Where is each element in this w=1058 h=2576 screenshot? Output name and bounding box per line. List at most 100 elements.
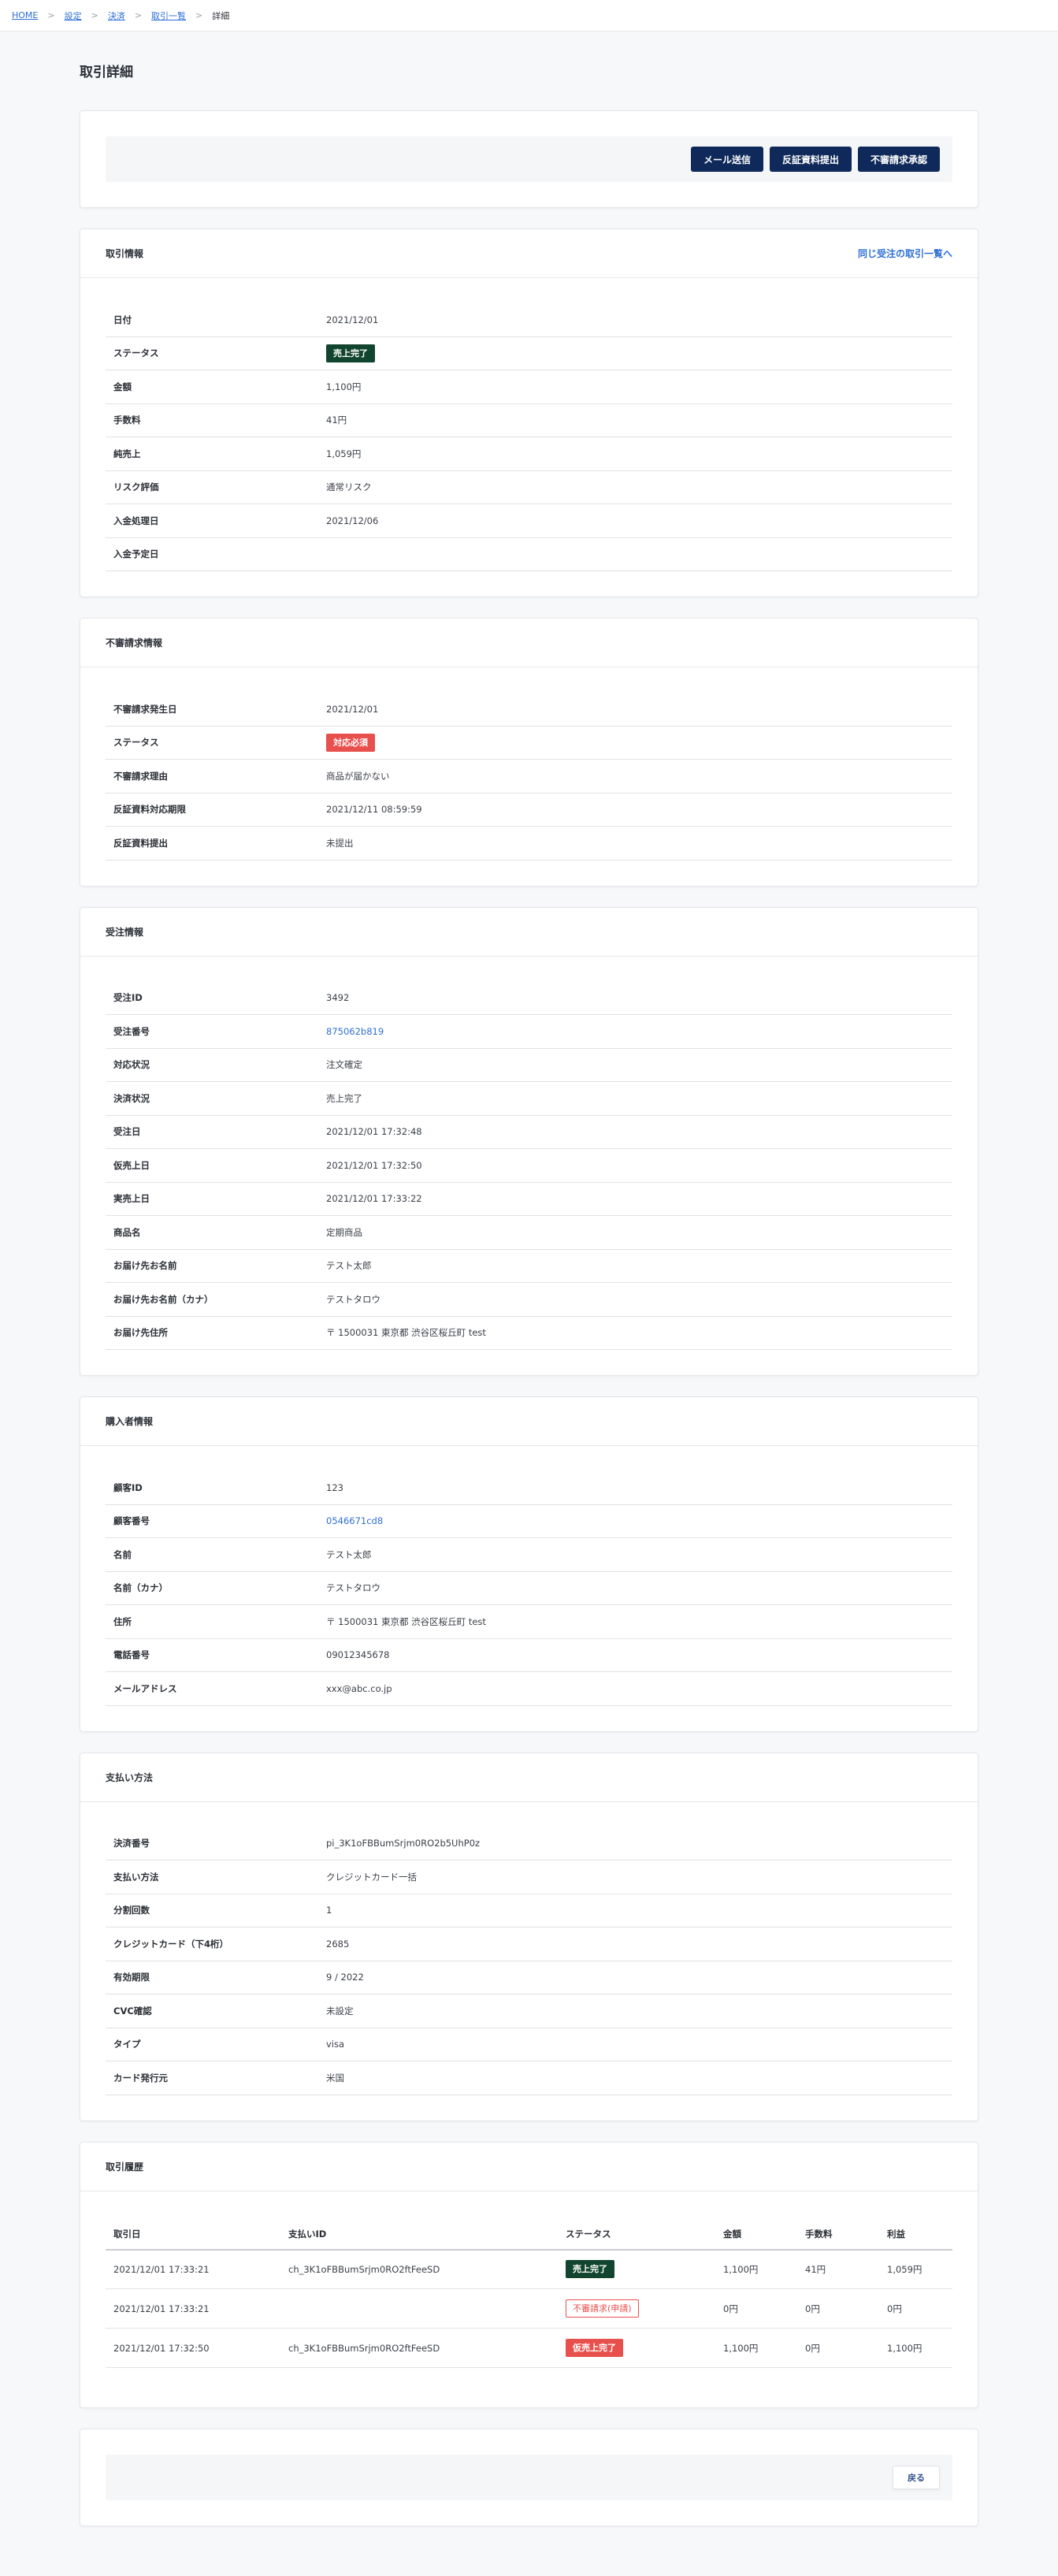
row-label: 電話番号	[113, 1649, 150, 1661]
detail-row: 日付 2021/12/01	[106, 303, 952, 337]
row-value: 2021/12/11 08:59:59	[326, 804, 422, 816]
row-label: 支払い方法	[113, 1871, 159, 1883]
row-label: タイプ	[113, 2039, 141, 2050]
breadcrumb-separator: >	[91, 10, 98, 20]
breadcrumb-transactions[interactable]: 取引一覧	[151, 9, 186, 22]
breadcrumb-payment[interactable]: 決済	[108, 9, 125, 22]
detail-row: 名前（カナ） テストタロウ	[106, 1572, 952, 1605]
card-header: 購入者情報	[80, 1397, 978, 1446]
row-label: 顧客ID	[113, 1481, 143, 1493]
detail-row: 受注ID 3492	[106, 982, 952, 1015]
row-label: CVC確認	[113, 2005, 152, 2017]
detail-row: お届け先お名前（カナ） テストタロウ	[106, 1283, 952, 1317]
detail-row: ステータス 対応必須	[106, 727, 952, 760]
cell-profit: 0円	[879, 2288, 952, 2329]
row-value: 3492	[326, 992, 350, 1004]
detail-row: 分割回数 1	[106, 1894, 952, 1927]
row-value: 2021/12/01	[326, 314, 379, 325]
footer-card: 戻る	[80, 2429, 978, 2526]
breadcrumb-settings[interactable]: 設定	[65, 9, 82, 22]
row-label: 住所	[113, 1615, 132, 1627]
breadcrumb-home[interactable]: HOME	[12, 10, 38, 20]
row-label: 反証資料提出	[113, 837, 168, 849]
card-header: 支払い方法	[80, 1753, 978, 1802]
row-value: 41円	[326, 414, 347, 426]
row-value: 2021/12/01	[326, 703, 379, 715]
order-number-link[interactable]: 875062b819	[326, 1026, 384, 1037]
detail-row: 電話番号 09012345678	[106, 1639, 952, 1672]
row-label: 受注番号	[113, 1025, 150, 1037]
submit-evidence-button[interactable]: 反証資料提出	[769, 147, 852, 172]
buyer-info-card: 購入者情報 顧客ID 123 顧客番号 0546671cd8 名前 テスト太郎 …	[80, 1396, 978, 1732]
breadcrumb-separator: >	[195, 10, 203, 20]
row-value: 売上完了	[326, 1092, 362, 1104]
detail-row: カード発行元 米国	[106, 2061, 952, 2095]
action-bar: メール送信 反証資料提出 不審請求承認	[106, 136, 952, 182]
detail-row: 名前 テスト太郎	[106, 1538, 952, 1572]
cell-date: 2021/12/01 17:32:50	[106, 2328, 280, 2368]
card-title: 購入者情報	[106, 1416, 154, 1427]
row-value: テスト太郎	[326, 1548, 372, 1560]
row-label: 入金予定日	[113, 548, 159, 560]
card-header: 取引履歴	[80, 2143, 978, 2191]
row-label: お届け先お名前（カナ）	[113, 1293, 213, 1305]
row-value: テスト太郎	[326, 1260, 372, 1272]
row-value: 1,100円	[326, 381, 362, 392]
row-label: お届け先お名前	[113, 1260, 177, 1272]
row-label: お届け先住所	[113, 1327, 168, 1339]
detail-row: 商品名 定期商品	[106, 1216, 952, 1250]
send-mail-button[interactable]: メール送信	[690, 147, 763, 172]
row-value: 未設定	[326, 2005, 354, 2017]
detail-row: 反証資料提出 未提出	[106, 827, 952, 861]
column-header: 取引日	[106, 2219, 280, 2251]
dispute-info-card: 不審請求情報 不審請求発生日 2021/12/01 ステータス 対応必須 不審請…	[80, 618, 978, 887]
row-label: ステータス	[113, 737, 159, 749]
row-value: visa	[326, 2039, 345, 2050]
accept-dispute-button[interactable]: 不審請求承認	[857, 147, 940, 172]
transaction-info-list: 日付 2021/12/01 ステータス 売上完了 金額 1,100円 手数料 4…	[80, 278, 978, 597]
detail-row: 不審請求発生日 2021/12/01	[106, 693, 952, 727]
row-value: 09012345678	[326, 1649, 390, 1661]
cell-date: 2021/12/01 17:33:21	[106, 2288, 280, 2329]
footer-action-bar: 戻る	[106, 2455, 952, 2500]
table-row: 2021/12/01 17:33:21 不審請求(申請) 0円 0円 0円	[106, 2288, 952, 2329]
table-header-row: 取引日 支払いID ステータス 金額 手数料 利益	[106, 2219, 952, 2251]
detail-row: 住所 〒 1500031 東京都 渋谷区桜丘町 test	[106, 1605, 952, 1639]
row-value: 〒 1500031 東京都 渋谷区桜丘町 test	[326, 1327, 486, 1339]
row-value: 2685	[326, 1938, 350, 1950]
row-label: メールアドレス	[113, 1682, 177, 1694]
status-badge: 仮売上完了	[566, 2338, 623, 2358]
detail-row: 手数料 41円	[106, 404, 952, 437]
order-info-list: 受注ID 3492 受注番号 875062b819 対応状況 注文確定 決済状況…	[80, 957, 978, 1376]
card-title: 取引情報	[106, 248, 144, 259]
row-label: 決済番号	[113, 1838, 150, 1849]
detail-row: 顧客ID 123	[106, 1471, 952, 1505]
detail-row: 受注番号 875062b819	[106, 1015, 952, 1049]
detail-row: 有効期限 9 / 2022	[106, 1961, 952, 1994]
row-value: xxx@abc.co.jp	[326, 1682, 392, 1694]
row-label: 有効期限	[113, 1972, 150, 1983]
detail-row: ステータス 売上完了	[106, 337, 952, 370]
cell-date: 2021/12/01 17:33:21	[106, 2249, 280, 2289]
cell-status: 売上完了	[558, 2249, 715, 2289]
row-label: 純売上	[113, 448, 141, 459]
card-title: 不審請求情報	[106, 637, 163, 649]
cell-amount: 1,100円	[715, 2249, 797, 2289]
customer-number-link[interactable]: 0546671cd8	[326, 1515, 383, 1526]
back-button[interactable]: 戻る	[893, 2466, 940, 2489]
status-badge: 売上完了	[326, 344, 375, 362]
main-content: 取引詳細 メール送信 反証資料提出 不審請求承認 取引情報 同じ受注の取引一覧へ…	[80, 32, 978, 2526]
buyer-info-list: 顧客ID 123 顧客番号 0546671cd8 名前 テスト太郎 名前（カナ）…	[80, 1446, 978, 1731]
row-label: 反証資料対応期限	[113, 804, 186, 816]
row-value: 123	[326, 1481, 343, 1493]
same-order-transactions-link[interactable]: 同じ受注の取引一覧へ	[858, 247, 952, 260]
detail-row: タイプ visa	[106, 2028, 952, 2061]
detail-row: 金額 1,100円	[106, 370, 952, 404]
card-header: 取引情報 同じ受注の取引一覧へ	[80, 229, 978, 278]
status-badge: 売上完了	[566, 2260, 614, 2279]
row-value: 通常リスク	[326, 481, 372, 493]
row-value: 2021/12/01 17:32:50	[326, 1159, 422, 1171]
detail-row: CVC確認 未設定	[106, 1994, 952, 2028]
row-label: 不審請求理由	[113, 770, 168, 782]
cell-payment-id: ch_3K1oFBBumSrjm0RO2ftFeeSD	[280, 2328, 558, 2368]
